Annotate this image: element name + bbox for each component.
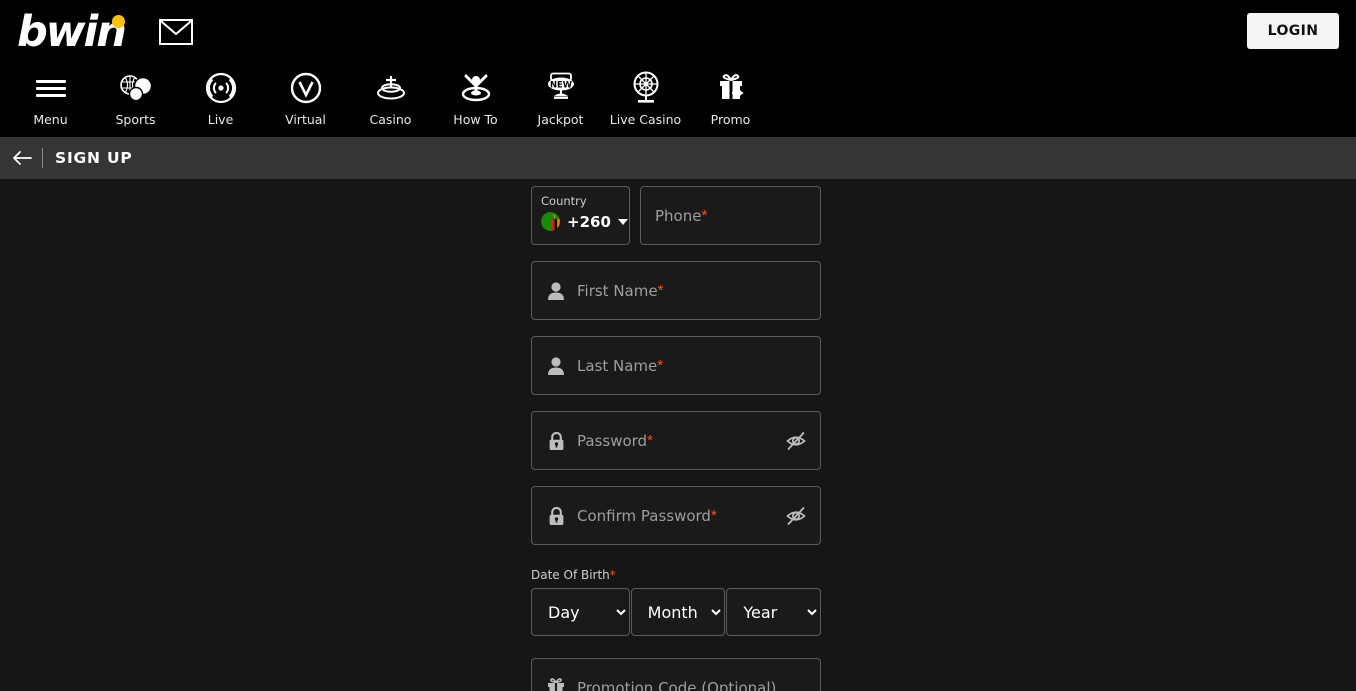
person-icon xyxy=(546,280,566,302)
first-name-required-mark: * xyxy=(657,282,664,299)
password-required-mark: * xyxy=(647,432,653,449)
envelope-icon[interactable] xyxy=(158,18,193,45)
login-button[interactable]: LOGIN xyxy=(1247,13,1339,49)
logo-text: bwin xyxy=(17,6,127,57)
phone-placeholder: Phone xyxy=(655,206,702,225)
password-placeholder: Password xyxy=(577,431,648,450)
nav-item-live-casino[interactable]: Live Casino xyxy=(603,63,688,137)
password-input[interactable]: Password * xyxy=(531,411,821,470)
last-name-required-mark: * xyxy=(657,357,664,374)
country-label: Country xyxy=(541,194,587,208)
zambia-flag-icon xyxy=(541,212,560,231)
date-of-birth-row: Day Month Year xyxy=(531,588,821,636)
gift-icon xyxy=(546,677,566,691)
svg-text:NEW: NEW xyxy=(550,80,572,90)
eye-off-icon[interactable] xyxy=(785,430,807,452)
phone-row: Country +260 Phone * xyxy=(531,186,821,245)
nav-item-sports[interactable]: Sports xyxy=(93,63,178,137)
nav-item-virtual[interactable]: Virtual xyxy=(263,63,348,137)
nav-label-promo: Promo xyxy=(710,112,751,127)
bwin-logo[interactable]: bwin xyxy=(17,6,127,57)
first-name-input[interactable]: First Name * xyxy=(531,261,821,320)
signup-form: Country +260 Phone * First Name * Last N… xyxy=(531,186,821,691)
phone-required-mark: * xyxy=(701,207,708,224)
nav-item-casino[interactable]: Casino xyxy=(348,63,433,137)
nav-item-menu[interactable]: Menu xyxy=(8,63,93,137)
lock-icon xyxy=(546,505,566,527)
nav-label-how-to: How To xyxy=(453,112,498,127)
last-name-placeholder: Last Name xyxy=(577,356,658,375)
country-dial-code: +260 xyxy=(567,212,611,231)
nav-label-virtual: Virtual xyxy=(285,112,326,127)
promotion-code-placeholder: Promotion Code (Optional) xyxy=(577,678,777,691)
nav-item-promo[interactable]: Promo xyxy=(688,63,773,137)
date-of-birth-required-mark: * xyxy=(609,568,616,582)
date-of-birth-label-text: Date Of Birth xyxy=(531,568,610,582)
eye-off-icon[interactable] xyxy=(785,505,807,527)
live-broadcast-icon xyxy=(204,70,238,106)
gift-box-icon xyxy=(715,70,747,106)
main-navigation: Menu Sports Live Virtual Casino How To N… xyxy=(0,63,1356,137)
nav-label-live: Live xyxy=(207,112,234,127)
country-code-selector[interactable]: Country +260 xyxy=(531,186,630,245)
sports-balls-icon xyxy=(118,70,154,106)
logo-accent-dot xyxy=(112,14,125,28)
header-divider xyxy=(42,148,43,168)
back-arrow-icon[interactable] xyxy=(6,137,38,179)
dob-month-select[interactable]: Month xyxy=(630,588,726,636)
confirm-password-required-mark: * xyxy=(710,507,717,524)
nav-label-live-casino: Live Casino xyxy=(609,112,682,127)
chevron-down-icon xyxy=(617,218,628,225)
virtual-v-icon xyxy=(290,70,322,106)
lock-icon xyxy=(546,430,566,452)
nav-label-casino: Casino xyxy=(369,112,412,127)
casino-chips-icon xyxy=(373,70,409,106)
phone-input[interactable]: Phone * xyxy=(640,186,821,245)
roulette-wheel-icon xyxy=(629,70,663,106)
nav-label-menu: Menu xyxy=(33,112,68,127)
confirm-password-input[interactable]: Confirm Password * xyxy=(531,486,821,545)
date-of-birth-label: Date Of Birth* xyxy=(531,568,821,582)
nav-item-jackpot[interactable]: NEW Jackpot xyxy=(518,63,603,137)
page-header-bar: SIGN UP xyxy=(0,137,1356,179)
jackpot-new-sign-icon: NEW xyxy=(541,70,581,106)
nav-item-live[interactable]: Live xyxy=(178,63,263,137)
dob-year-select[interactable]: Year xyxy=(726,588,821,636)
dob-day-select[interactable]: Day xyxy=(531,588,630,636)
hamburger-menu-icon xyxy=(35,70,66,106)
page-title: SIGN UP xyxy=(55,149,133,167)
top-header-bar: bwin LOGIN xyxy=(0,0,1356,63)
first-name-placeholder: First Name xyxy=(577,281,658,300)
confirm-password-placeholder: Confirm Password xyxy=(577,506,711,525)
how-to-person-icon xyxy=(458,70,494,106)
promotion-code-input[interactable]: Promotion Code (Optional) xyxy=(531,658,821,691)
signup-page-body: Country +260 Phone * First Name * Last N… xyxy=(0,179,1356,691)
last-name-input[interactable]: Last Name * xyxy=(531,336,821,395)
nav-item-how-to[interactable]: How To xyxy=(433,63,518,137)
nav-label-sports: Sports xyxy=(115,112,156,127)
person-icon xyxy=(546,355,566,377)
nav-label-jackpot: Jackpot xyxy=(537,112,584,127)
